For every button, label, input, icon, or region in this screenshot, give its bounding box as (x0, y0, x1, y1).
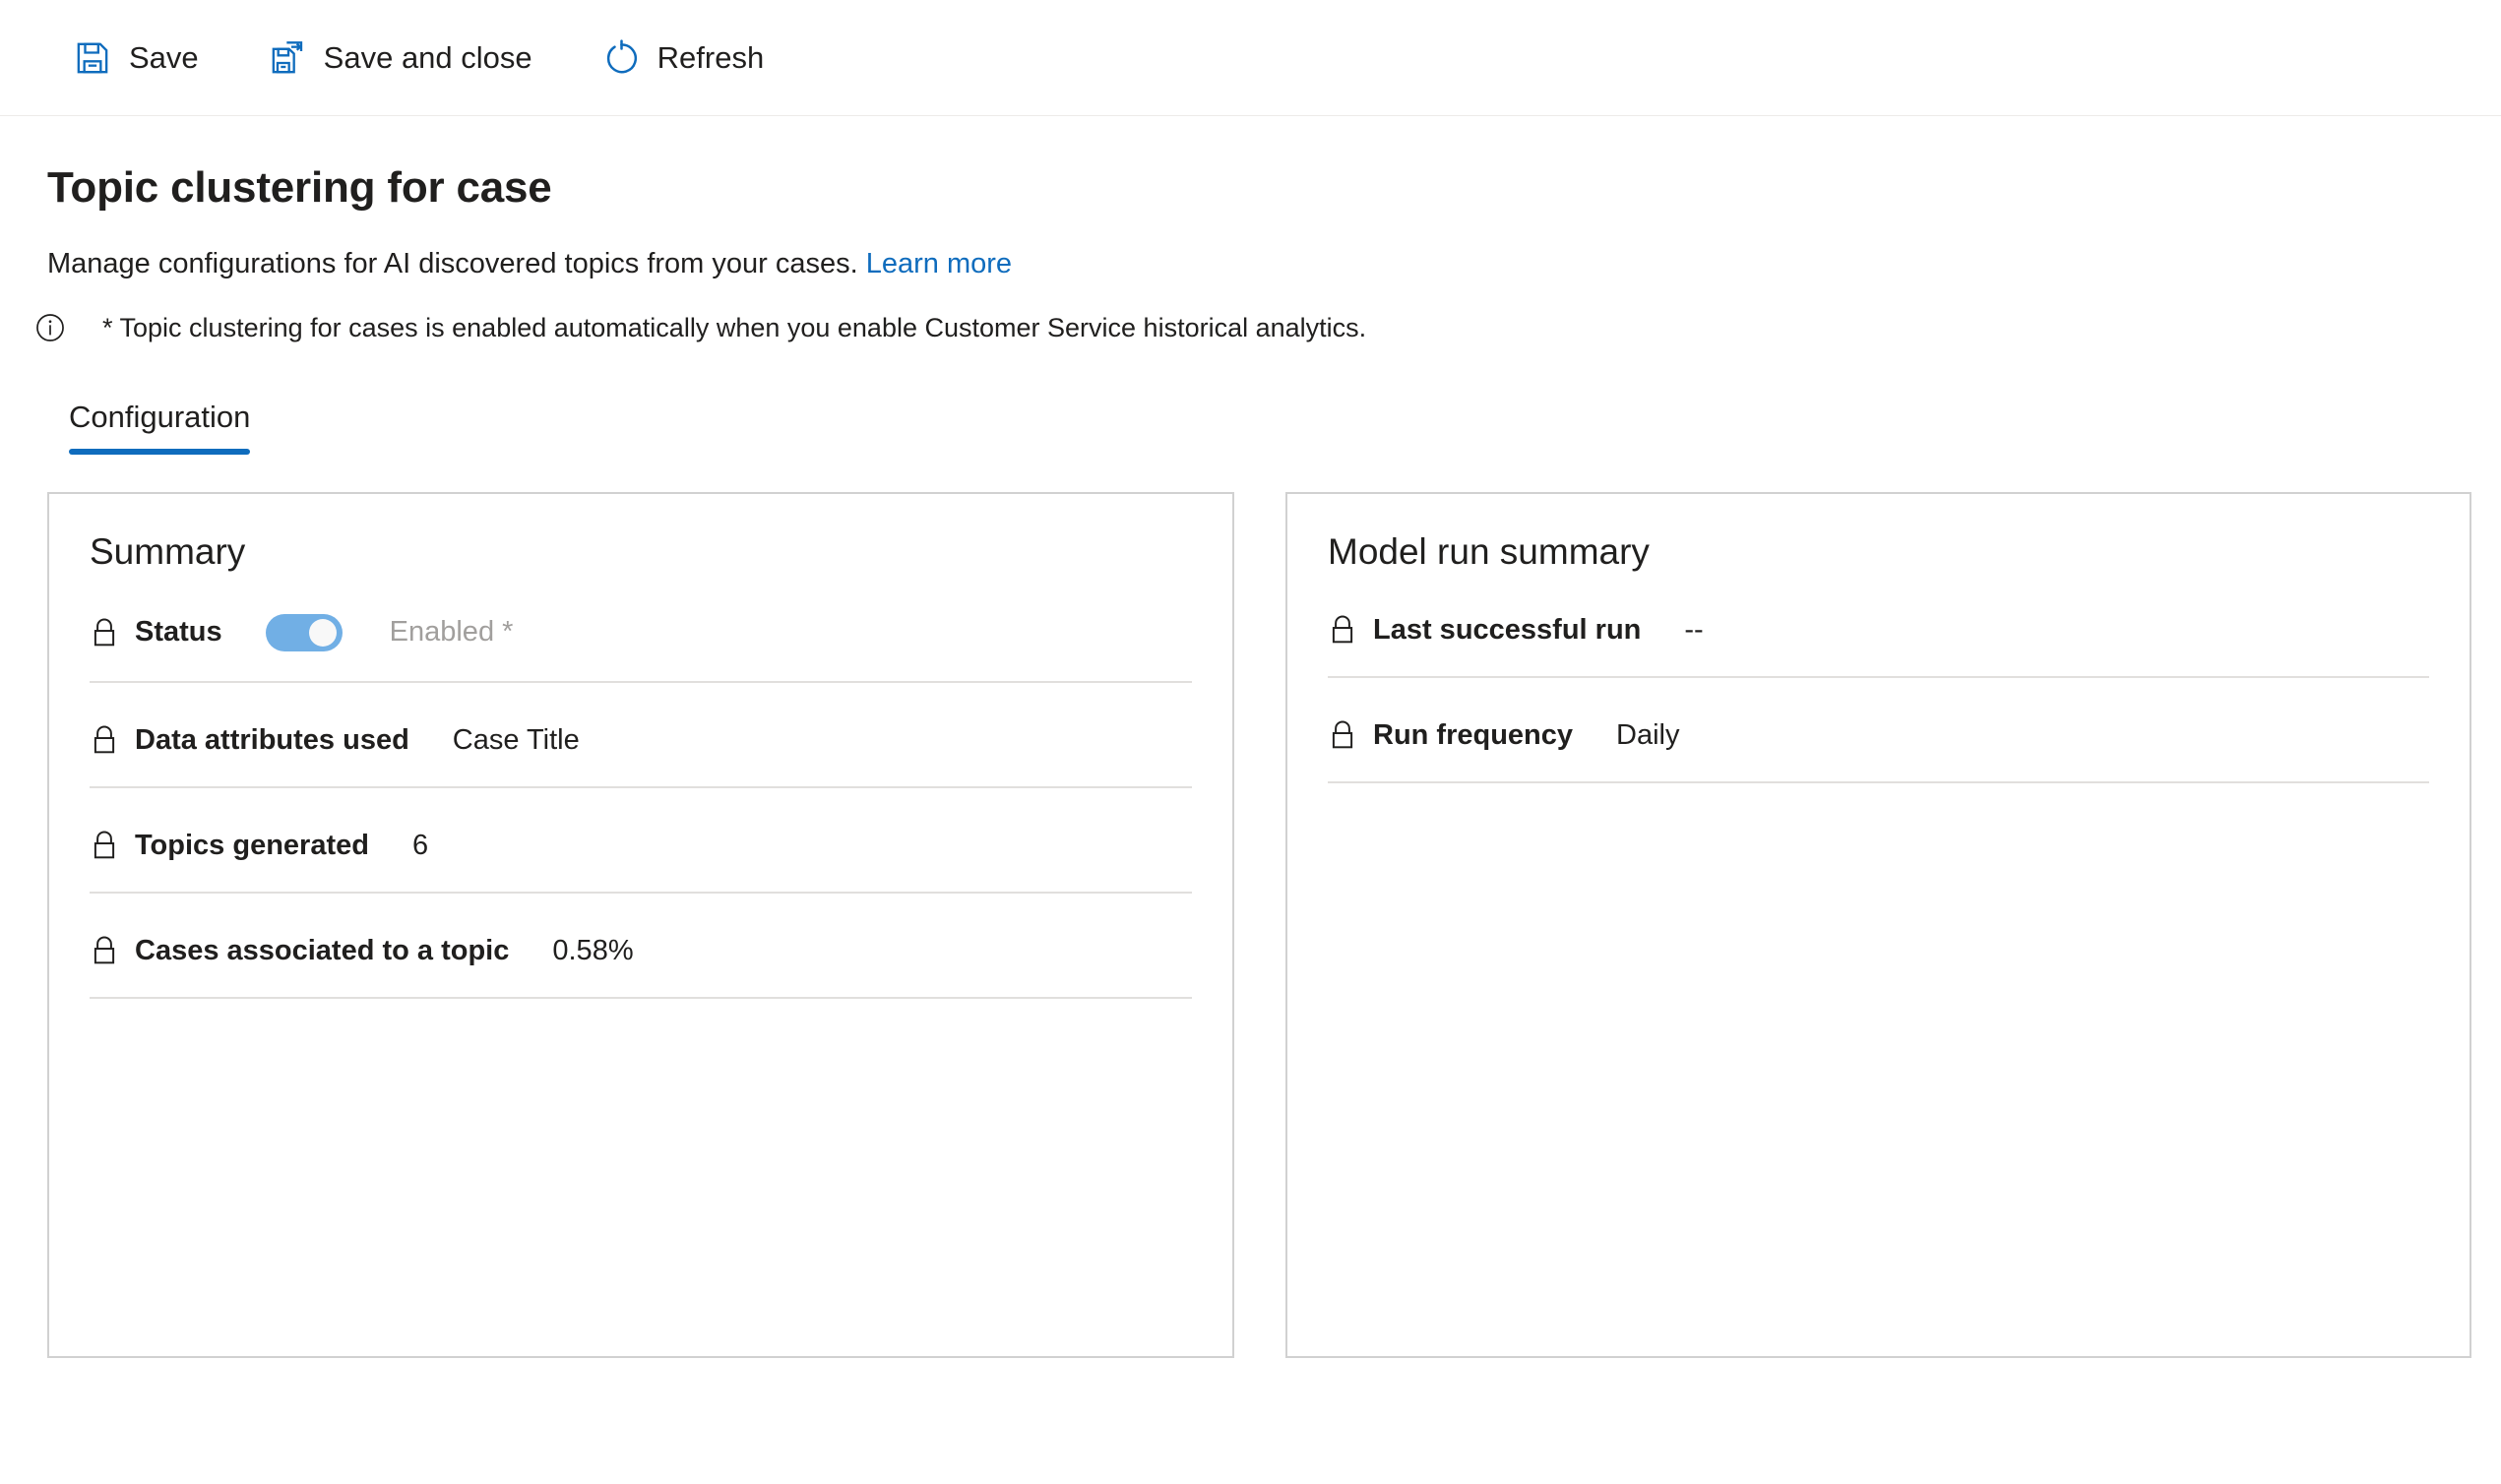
lock-icon (90, 724, 119, 756)
save-and-close-button[interactable]: Save and close (264, 32, 536, 84)
summary-row-topics-generated-label: Topics generated (135, 829, 369, 861)
summary-row-cases-associated-value: 0.58% (552, 934, 634, 966)
model-row-run-frequency-value: Daily (1616, 718, 1680, 751)
save-and-close-icon (268, 38, 307, 78)
model-row-last-successful-run-label: Last successful run (1373, 613, 1642, 646)
model-run-summary-card: Model run summary Last successful run -- (1285, 491, 2471, 1358)
page-subtitle: Manage configurations for AI discovered … (47, 247, 2471, 281)
command-bar: Save Save and close Refresh (0, 0, 2501, 116)
tab-configuration[interactable]: Configuration (47, 394, 276, 455)
lock-icon (90, 935, 119, 966)
summary-row-topics-generated: Topics generated 6 (90, 788, 1192, 894)
model-row-last-successful-run: Last successful run -- (1328, 573, 2429, 678)
refresh-icon (601, 38, 641, 78)
status-toggle[interactable] (265, 613, 343, 651)
summary-row-cases-associated: Cases associated to a topic 0.58% (90, 894, 1192, 999)
summary-row-status-label: Status (135, 616, 222, 649)
summary-row-data-attributes-label: Data attributes used (135, 723, 409, 756)
save-button[interactable]: Save (69, 32, 203, 84)
save-button-label: Save (129, 40, 199, 75)
status-toggle-value: Enabled * (389, 616, 514, 649)
lock-icon (1328, 719, 1357, 751)
learn-more-link[interactable]: Learn more (866, 248, 1012, 279)
cards-row: Summary Status Enabled * Data attributes… (47, 491, 2471, 1358)
info-note-text: * Topic clustering for cases is enabled … (102, 312, 1367, 342)
info-circle-icon (33, 311, 67, 344)
summary-row-cases-associated-label: Cases associated to a topic (135, 934, 510, 966)
save-icon (73, 38, 112, 78)
save-and-close-button-label: Save and close (323, 40, 532, 75)
model-run-summary-card-title: Model run summary (1328, 530, 1650, 572)
page-body: Topic clustering for case Manage configu… (0, 163, 2501, 1358)
model-row-run-frequency-label: Run frequency (1373, 718, 1574, 751)
summary-row-topics-generated-value: 6 (411, 829, 429, 861)
status-toggle-knob (308, 618, 337, 647)
tab-configuration-label: Configuration (69, 399, 251, 434)
status-toggle-wrap: Enabled * (265, 613, 514, 651)
summary-row-data-attributes: Data attributes used Case Title (90, 683, 1192, 788)
lock-icon (90, 830, 119, 861)
model-row-run-frequency: Run frequency Daily (1328, 678, 2429, 783)
refresh-button[interactable]: Refresh (597, 32, 769, 84)
lock-icon (1328, 614, 1357, 646)
info-note: * Topic clustering for cases is enabled … (36, 311, 2471, 344)
summary-card: Summary Status Enabled * Data attributes… (47, 491, 1234, 1358)
model-row-last-successful-run-value: -- (1684, 613, 1704, 646)
tab-strip: Configuration (47, 394, 2471, 455)
page-title: Topic clustering for case (47, 163, 552, 212)
summary-row-data-attributes-value: Case Title (452, 723, 580, 756)
summary-card-title: Summary (90, 530, 246, 572)
lock-icon (90, 617, 119, 649)
page-subtitle-text: Manage configurations for AI discovered … (47, 248, 858, 279)
refresh-button-label: Refresh (657, 40, 765, 75)
summary-row-status: Status Enabled * (90, 573, 1192, 683)
